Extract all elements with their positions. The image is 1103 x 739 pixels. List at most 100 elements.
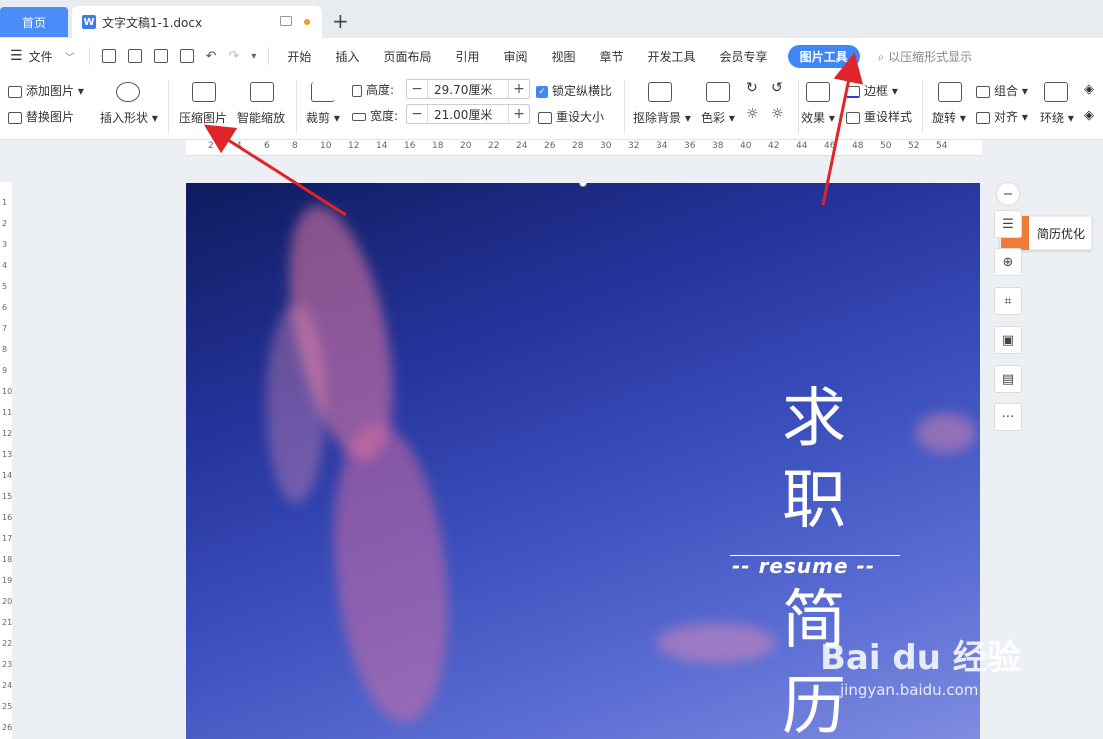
- height-label: 高度:: [352, 81, 394, 98]
- vruler-mark: 7: [2, 324, 8, 333]
- wrap-icon[interactable]: [1044, 82, 1068, 102]
- layer-up-icon[interactable]: ◈: [1084, 82, 1094, 97]
- border-label: 边框: [864, 84, 889, 98]
- rotate-icon[interactable]: [938, 82, 962, 102]
- new-tab-button[interactable]: +: [332, 9, 349, 33]
- cloud-shape: [266, 303, 326, 503]
- tab-picture-tools[interactable]: 图片工具: [787, 44, 860, 68]
- search-hint[interactable]: ⌕ 以压缩形式显示: [878, 48, 973, 65]
- redo-icon[interactable]: ↷: [228, 49, 239, 64]
- width-increase-button[interactable]: +: [509, 106, 529, 122]
- vruler-mark: 2: [2, 219, 8, 228]
- height-decrease-button[interactable]: −: [407, 81, 427, 97]
- convert-image-icon[interactable]: ▣: [994, 326, 1022, 354]
- hamburger-icon[interactable]: ☰: [10, 48, 23, 64]
- contrast-increase-icon[interactable]: ↻: [746, 80, 758, 96]
- vruler-mark: 10: [2, 387, 13, 396]
- menu-start[interactable]: 开始: [287, 48, 311, 65]
- menu-insert[interactable]: 插入: [335, 48, 359, 65]
- zoom-out-icon[interactable]: −: [996, 182, 1020, 206]
- crop-button[interactable]: 裁剪 ▾: [306, 109, 340, 126]
- save-icon[interactable]: [101, 49, 116, 63]
- print-preview-icon[interactable]: [179, 49, 194, 63]
- group-button[interactable]: 组合 ▾: [976, 82, 1028, 99]
- more-chevron-icon[interactable]: ▾: [251, 51, 256, 62]
- width-decrease-button[interactable]: −: [407, 106, 427, 122]
- crop-label: 裁剪: [306, 111, 331, 125]
- smart-scale-button[interactable]: 智能缩放: [237, 109, 285, 126]
- effects-button[interactable]: 效果 ▾: [801, 109, 835, 126]
- format-painter-icon[interactable]: [127, 49, 142, 63]
- search-icon: ⌕: [877, 49, 889, 64]
- vertical-ruler[interactable]: 1 2 3 4 5 6 7 8 9 10 11 12 13 14 15 16 17 18 19 20 21 22 23 24 2…: [0, 182, 12, 739]
- layer-down-icon[interactable]: ◈: [1084, 108, 1094, 123]
- color-icon[interactable]: [706, 82, 730, 102]
- menu-page-layout[interactable]: 页面布局: [383, 48, 431, 65]
- tab-document[interactable]: W 文字文稿1-1.docx: [72, 6, 322, 38]
- ruler-mark: 32: [628, 141, 640, 151]
- menu-member[interactable]: 会员专享: [720, 48, 768, 65]
- chevron-down-icon[interactable]: ﹀: [65, 49, 75, 64]
- menu-section[interactable]: 章节: [600, 48, 624, 65]
- height-stepper[interactable]: − 29.70厘米 +: [406, 79, 530, 99]
- menu-review[interactable]: 审阅: [503, 48, 527, 65]
- monitor-icon[interactable]: [280, 16, 292, 26]
- replace-picture-button[interactable]: 替换图片: [8, 108, 74, 125]
- word-doc-icon: W: [82, 15, 96, 29]
- width-stepper[interactable]: − 21.00厘米 +: [406, 104, 530, 124]
- ruler-mark: 48: [852, 141, 864, 151]
- divider: [296, 80, 297, 134]
- height-input[interactable]: 29.70厘米: [427, 80, 509, 98]
- wrap-button[interactable]: 环绕 ▾: [1040, 109, 1074, 126]
- vruler-mark: 15: [2, 492, 13, 501]
- vruler-mark: 18: [2, 555, 13, 564]
- menu-file[interactable]: 文件: [29, 48, 53, 65]
- print-icon[interactable]: [153, 49, 168, 63]
- layout-options-icon[interactable]: ☰: [994, 210, 1022, 238]
- ruler-mark: 20: [460, 141, 472, 151]
- reset-style-button[interactable]: 重设样式: [846, 108, 912, 125]
- smart-scale-icon[interactable]: [250, 82, 274, 102]
- vruler-mark: 16: [2, 513, 13, 522]
- height-increase-button[interactable]: +: [509, 81, 529, 97]
- compress-picture-icon[interactable]: [192, 82, 216, 102]
- insert-shape-button[interactable]: 插入形状 ▾: [100, 109, 158, 126]
- rotate-button[interactable]: 旋转 ▾: [932, 109, 966, 126]
- effects-icon[interactable]: [806, 82, 830, 102]
- remove-background-icon[interactable]: [648, 82, 672, 102]
- crop-icon[interactable]: [311, 82, 335, 102]
- menu-references[interactable]: 引用: [455, 48, 479, 65]
- contrast-decrease-icon[interactable]: ↺: [771, 80, 783, 96]
- zoom-in-icon[interactable]: ⊕: [994, 248, 1022, 276]
- crop-float-icon[interactable]: ⌗: [994, 287, 1022, 315]
- tab-home[interactable]: 首页: [0, 7, 68, 37]
- resize-handle[interactable]: [579, 183, 587, 187]
- shape-icon[interactable]: [116, 82, 140, 102]
- align-button[interactable]: 对齐 ▾: [976, 108, 1028, 125]
- width-input[interactable]: 21.00厘米: [427, 105, 509, 123]
- ruler-mark: 42: [768, 141, 780, 151]
- undo-icon[interactable]: ↶: [206, 49, 217, 64]
- watermark-url: jingyan.baidu.com: [840, 681, 979, 699]
- lock-ratio-checkbox[interactable]: ✓ 锁定纵横比: [536, 82, 612, 99]
- menu-view[interactable]: 视图: [552, 48, 576, 65]
- effects-label: 效果: [801, 111, 826, 125]
- add-picture-button[interactable]: 添加图片 ▾: [8, 82, 84, 99]
- remove-background-button[interactable]: 抠除背景 ▾: [633, 109, 691, 126]
- image-replace-float-icon[interactable]: ▤: [994, 365, 1022, 393]
- brightness-increase-icon[interactable]: ☼: [746, 106, 759, 122]
- brightness-decrease-icon[interactable]: ☼: [771, 106, 784, 122]
- more-options-button[interactable]: ···: [994, 403, 1022, 431]
- vruler-mark: 3: [2, 240, 8, 249]
- vruler-mark: 12: [2, 429, 13, 438]
- vruler-mark: 9: [2, 366, 8, 375]
- color-button[interactable]: 色彩 ▾: [701, 109, 735, 126]
- menu-developer[interactable]: 开发工具: [648, 48, 696, 65]
- group-label: 组合: [994, 84, 1019, 98]
- horizontal-ruler[interactable]: 2 4 6 8 10 12 14 16 18 20 22 24 26 28 30 32 34 36 38 40 42 44…: [186, 140, 982, 156]
- border-button[interactable]: 边框 ▾: [846, 82, 898, 99]
- reset-size-button[interactable]: 重设大小: [538, 108, 604, 125]
- replace-picture-label: 替换图片: [26, 110, 75, 124]
- vruler-mark: 14: [2, 471, 13, 480]
- compress-picture-button[interactable]: 压缩图片: [179, 109, 227, 126]
